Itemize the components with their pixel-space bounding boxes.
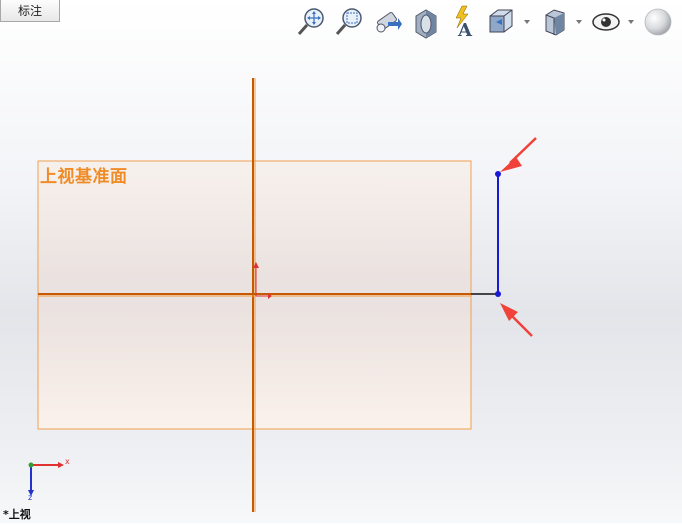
view-orientation-button[interactable] <box>486 4 518 40</box>
hide-show-items-dropdown-icon[interactable] <box>628 20 634 24</box>
display-style-button[interactable] <box>540 4 572 40</box>
graphics-viewport[interactable]: 上视基准面 x z *上视 <box>0 0 682 523</box>
section-view-button[interactable] <box>410 4 442 40</box>
triad-x-label: x <box>65 457 70 466</box>
hide-show-items-button[interactable] <box>590 4 622 40</box>
zoom-to-area-icon <box>335 8 362 35</box>
sketch-endpoint-top[interactable] <box>495 171 501 177</box>
display-style-dropdown-icon[interactable] <box>576 20 582 24</box>
triad-z-label: z <box>28 493 33 502</box>
dynamic-annotation-view-icon: A <box>455 5 473 40</box>
sketch-endpoint-bottom[interactable] <box>495 291 501 297</box>
hide-show-items-icon <box>592 13 620 31</box>
annotation-arrow-bottom <box>500 303 533 337</box>
section-view-icon <box>415 9 437 39</box>
edit-appearance-icon <box>644 8 672 36</box>
zoom-to-area-button[interactable] <box>334 4 366 40</box>
view-name: *上视 <box>3 508 31 521</box>
zoom-to-fit-icon <box>297 8 324 35</box>
display-style-icon <box>545 9 565 36</box>
edit-appearance-button[interactable] <box>642 4 674 40</box>
previous-view-icon <box>376 12 402 33</box>
zoom-to-fit-button[interactable] <box>296 4 328 40</box>
plane-label: 上视基准面 <box>40 167 128 187</box>
viewport-canvas[interactable] <box>0 0 682 523</box>
tab-annotation[interactable]: 标注 <box>0 0 60 22</box>
reference-triad <box>28 462 64 496</box>
annotation-arrow-top <box>500 137 537 172</box>
previous-view-button[interactable] <box>372 4 404 40</box>
dynamic-annotation-view-button[interactable]: A <box>448 4 480 40</box>
view-orientation-dropdown-icon[interactable] <box>524 20 530 24</box>
view-orientation-icon <box>489 9 513 33</box>
